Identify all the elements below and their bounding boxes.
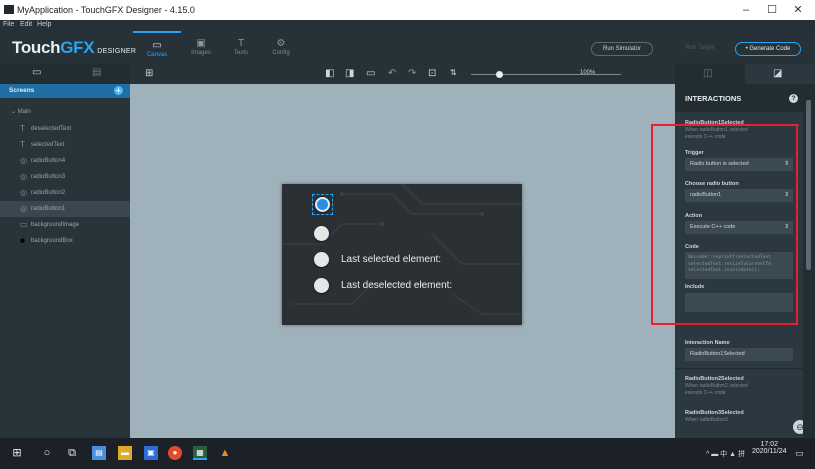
tree-item-radiobutton1[interactable]: ◎ radioButton1 <box>0 201 130 217</box>
interactions-tab-icon[interactable]: ◪ <box>773 68 782 79</box>
menu-help[interactable]: Help <box>37 21 51 28</box>
interaction-item-2-name[interactable]: RadioButton2Selected <box>685 376 744 382</box>
touchgfx-logo: TouchGFX DESIGNER <box>12 38 137 57</box>
menu-edit[interactable]: Edit <box>20 21 32 28</box>
system-clock[interactable]: 17:02 2020/11/24 <box>752 441 787 455</box>
notification-icon[interactable]: ▭ <box>795 448 804 459</box>
top-toolbar: TouchGFX DESIGNER ▭ Canvas ▣ Images T Tex… <box>0 31 815 64</box>
radio-icon: ◎ <box>20 188 27 197</box>
chevron-down-icon: ⌄ <box>11 109 18 115</box>
tree-item-deselectedtext[interactable]: TdeselectedText <box>0 121 130 137</box>
image-icon: ▭ <box>20 220 28 229</box>
app-icon-1[interactable]: ▤ <box>92 446 106 460</box>
design-screen[interactable]: Last selected element: Last deselected e… <box>282 184 522 325</box>
deselected-text: Last deselected element: <box>341 280 453 291</box>
text-icon: T <box>20 124 25 133</box>
left-panel-tabs: ▭ ▤ <box>0 64 130 84</box>
app-icon <box>4 5 14 14</box>
redo-icon[interactable]: ↷ <box>408 68 416 79</box>
undo-icon[interactable]: ↶ <box>388 68 396 79</box>
screens-header: Screens + <box>0 84 130 98</box>
tree-item-selectedtext[interactable]: TselectedText <box>0 137 130 153</box>
widget-view-icon[interactable]: ▤ <box>92 67 101 78</box>
menu-file[interactable]: File <box>3 21 14 28</box>
tree-item-backgroundimage[interactable]: ▭ backgroundImage <box>0 217 130 233</box>
zoom-slider[interactable] <box>471 74 621 75</box>
properties-tab-icon[interactable]: ◫ <box>703 68 712 79</box>
radio-button-4[interactable] <box>314 278 329 293</box>
radio-button-2[interactable] <box>314 226 329 241</box>
screens-panel: ▭ ▤ Screens + ⌄ Main TdeselectedText Tse… <box>0 64 130 438</box>
maximize-button[interactable]: ☐ <box>760 2 784 18</box>
group-icon[interactable]: ▭ <box>366 68 375 79</box>
window-title: MyApplication - TouchGFX Designer - 4.15… <box>17 5 195 15</box>
screen-view-icon[interactable]: ▭ <box>32 67 41 78</box>
search-icon[interactable]: ○ <box>40 446 54 460</box>
interaction-name-input[interactable]: RadioButton1Selected <box>685 348 793 361</box>
zoom-level: 100% <box>580 70 596 76</box>
generate-code-button[interactable]: • Generate Code <box>735 42 801 56</box>
chrome-icon[interactable]: ● <box>168 446 182 460</box>
config-icon: ⚙ <box>276 38 286 49</box>
right-panel-tabs: ◫ ◪ <box>675 64 815 84</box>
windows-taskbar: ⊞ ○ ⧉ ▤ ▬ ▣ ● ▦ ▲ ^ ▬ 中 ▲ 拼 17:02 2020/1… <box>0 438 815 469</box>
tab-config[interactable]: ⚙ Config <box>257 31 305 64</box>
system-tray[interactable]: ^ ▬ 中 ▲ 拼 <box>706 449 745 459</box>
windows-start-icon[interactable]: ⊞ <box>10 446 24 460</box>
add-screen-button[interactable]: + <box>114 86 123 95</box>
tree-item-backgroundbox[interactable]: ■ backgroundBox <box>0 233 130 249</box>
text-icon: T <box>20 140 25 149</box>
panel-scrollbar-thumb[interactable] <box>806 100 811 270</box>
close-button[interactable]: ✕ <box>786 2 810 18</box>
app-icon-2[interactable]: ▣ <box>144 446 158 460</box>
tree-item-radiobutton2[interactable]: ◎ radioButton2 <box>0 185 130 201</box>
run-simulator-button[interactable]: Run Simulator <box>591 42 653 56</box>
send-backward-icon[interactable]: ◨ <box>345 68 354 79</box>
interaction-item-3-name[interactable]: RadioButton3Selected <box>685 410 744 416</box>
radio-icon: ◎ <box>20 156 27 165</box>
tree-root-main[interactable]: ⌄ Main <box>0 104 130 120</box>
highlight-annotation <box>651 124 798 325</box>
tree-item-radiobutton3[interactable]: ◎ radioButton3 <box>0 169 130 185</box>
radio-icon: ◎ <box>20 204 27 213</box>
interaction-name-label: Interaction Name <box>685 340 730 346</box>
window-titlebar: MyApplication - TouchGFX Designer - 4.15… <box>0 0 815 20</box>
file-explorer-icon[interactable]: ▬ <box>118 446 132 460</box>
fit-screen-icon[interactable]: ⊡ <box>428 68 436 79</box>
run-target-button[interactable]: Run Target <box>680 42 720 56</box>
canvas-icon: ▭ <box>152 40 162 51</box>
help-icon[interactable]: ? <box>789 94 798 103</box>
minimize-button[interactable]: – <box>734 2 758 18</box>
tree-item-radiobutton4[interactable]: ◎ radioButton4 <box>0 153 130 169</box>
add-widget-icon[interactable]: ⊞ <box>145 68 153 79</box>
radio-button-1[interactable] <box>315 197 330 212</box>
bring-forward-icon[interactable]: ◧ <box>325 68 334 79</box>
box-icon: ■ <box>20 236 25 245</box>
menu-bar: File Edit Help <box>0 20 815 31</box>
selected-text: Last selected element: <box>341 254 442 265</box>
sort-icon[interactable]: ⇅ <box>450 68 457 77</box>
zoom-slider-knob[interactable] <box>496 71 503 78</box>
tab-canvas[interactable]: ▭ Canvas <box>133 31 181 64</box>
interactions-header: INTERACTIONS ? <box>675 84 803 112</box>
radio-button-3[interactable] <box>314 252 329 267</box>
app-icon-3[interactable]: ▲ <box>218 446 232 460</box>
canvas-toolbar: ⊞ ◧ ◨ ▭ ↶ ↷ ⊡ ⇅ 100% <box>130 64 675 84</box>
touchgfx-taskbar-icon[interactable]: ▦ <box>193 446 207 460</box>
radio-icon: ◎ <box>20 172 27 181</box>
task-view-icon[interactable]: ⧉ <box>65 446 79 460</box>
